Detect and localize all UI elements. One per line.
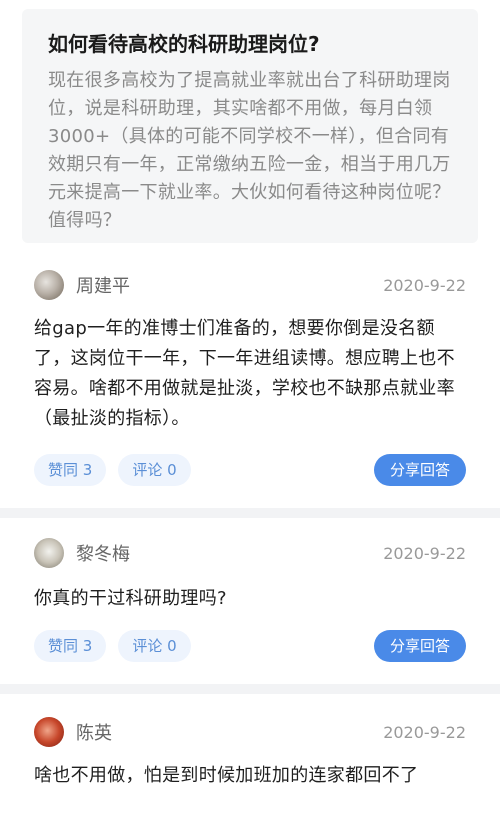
answer-item: 陈英 2020-9-22 啥也不用做，怕是到时候加班加的连家都回不了 (0, 715, 500, 791)
comment-button[interactable]: 评论 0 (118, 454, 191, 486)
like-button[interactable]: 赞同 3 (34, 630, 107, 662)
avatar[interactable] (34, 538, 64, 568)
question-description: 现在很多高校为了提高就业率就出台了科研助理岗位，说是科研助理，其实啥都不用做，每… (48, 70, 451, 231)
answer-actions: 赞同 3 评论 0 分享回答 (34, 630, 466, 662)
question-title[interactable]: 如何看待高校的科研助理岗位? (48, 31, 452, 57)
page: 如何看待高校的科研助理岗位? 现在很多高校为了提高就业率就出台了科研助理岗位，说… (0, 0, 500, 838)
answer-date: 2020-9-22 (383, 275, 466, 295)
answer-text[interactable]: 啥也不用做，怕是到时候加班加的连家都回不了 (34, 761, 466, 791)
share-answer-button[interactable]: 分享回答 (373, 454, 466, 486)
answer-date: 2020-9-22 (383, 722, 466, 742)
avatar[interactable] (34, 270, 64, 300)
answer-header: 陈英 2020-9-22 (34, 715, 466, 749)
answer-actions: 赞同 3 评论 0 分享回答 (34, 454, 466, 486)
answer-item: 周建平 2020-9-22 给gap一年的准博士们准备的，想要你倒是没名额了，这… (0, 268, 500, 486)
section-divider (0, 508, 500, 518)
author-name[interactable]: 黎冬梅 (76, 540, 130, 566)
author-name[interactable]: 陈英 (76, 719, 112, 745)
avatar[interactable] (34, 717, 64, 747)
author-name[interactable]: 周建平 (76, 272, 130, 298)
answer-text[interactable]: 给gap一年的准博士们准备的，想要你倒是没名额了，这岗位干一年，下一年进组读博。… (34, 314, 466, 434)
answer-date: 2020-9-22 (383, 543, 466, 563)
like-button[interactable]: 赞同 3 (34, 454, 107, 486)
question-card[interactable]: 如何看待高校的科研助理岗位? 现在很多高校为了提高就业率就出台了科研助理岗位，说… (22, 9, 478, 243)
section-divider (0, 684, 500, 694)
answer-header: 周建平 2020-9-22 (34, 268, 466, 302)
comment-button[interactable]: 评论 0 (118, 630, 191, 662)
answer-item: 黎冬梅 2020-9-22 你真的干过科研助理吗? 赞同 3 评论 0 分享回答 (0, 536, 500, 662)
answer-header: 黎冬梅 2020-9-22 (34, 536, 466, 570)
share-answer-button[interactable]: 分享回答 (373, 630, 466, 662)
answer-text[interactable]: 你真的干过科研助理吗? (34, 584, 466, 614)
